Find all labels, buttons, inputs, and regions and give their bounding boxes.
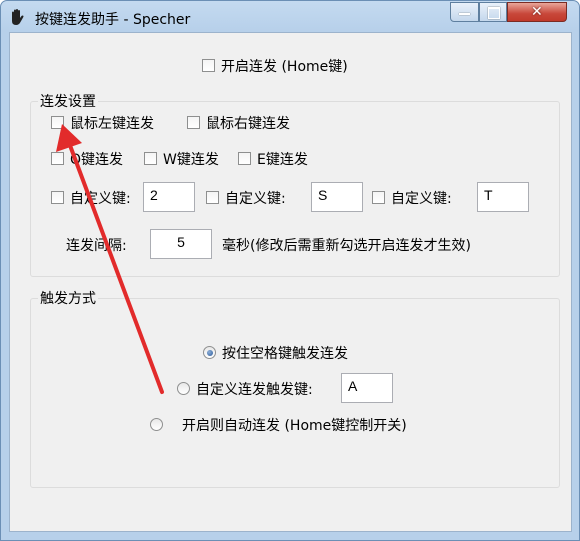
custom-key-1-checkbox[interactable]: [51, 191, 64, 204]
close-button[interactable]: ✕: [507, 2, 567, 22]
custom-key-2-input[interactable]: S: [311, 182, 363, 212]
repeat-settings-title: 连发设置: [38, 91, 98, 111]
trigger-auto-label: 开启则自动连发 (Home键控制开关): [182, 418, 407, 434]
mouse-right-label: 鼠标右键连发: [206, 116, 290, 132]
mouse-left-label: 鼠标左键连发: [70, 116, 154, 132]
close-icon: ✕: [531, 4, 543, 20]
trigger-auto-radio[interactable]: [150, 418, 163, 431]
enable-repeat-checkbox[interactable]: [202, 59, 215, 72]
interval-unit-label: 毫秒(修改后需重新勾选开启连发才生效): [222, 238, 471, 254]
enable-repeat-label: 开启连发 (Home键): [221, 59, 348, 75]
e-key-checkbox[interactable]: [238, 152, 251, 165]
mouse-right-checkbox[interactable]: [187, 116, 200, 129]
trigger-space-label: 按住空格键触发连发: [222, 346, 348, 362]
minimize-icon: [459, 13, 470, 15]
custom-key-2-checkbox[interactable]: [206, 191, 219, 204]
custom-key-1-label: 自定义键:: [70, 191, 131, 207]
interval-input[interactable]: 5: [150, 229, 212, 259]
custom-key-3-input[interactable]: T: [477, 182, 529, 212]
q-key-checkbox[interactable]: [51, 152, 64, 165]
maximize-icon: [488, 7, 500, 19]
trigger-title: 触发方式: [38, 288, 98, 308]
custom-key-2-label: 自定义键:: [225, 191, 286, 207]
q-key-label: Q键连发: [70, 152, 124, 168]
custom-key-3-label: 自定义键:: [391, 191, 452, 207]
client-area: 开启连发 (Home键) 连发设置 鼠标左键连发 鼠标右键连发 Q键连发 W键连…: [9, 32, 572, 532]
e-key-label: E键连发: [257, 152, 308, 168]
w-key-checkbox[interactable]: [144, 152, 157, 165]
title-bar[interactable]: 按键连发助手 - Specher ✕: [1, 1, 579, 33]
trigger-space-radio[interactable]: [203, 346, 216, 359]
app-window: 按键连发助手 - Specher ✕ 开启连发 (Home键) 连发设置 鼠标左…: [0, 0, 580, 541]
custom-key-1-input[interactable]: 2: [143, 182, 195, 212]
mouse-left-checkbox[interactable]: [51, 116, 64, 129]
maximize-button[interactable]: [479, 2, 507, 22]
trigger-custom-input[interactable]: A: [341, 373, 393, 403]
custom-key-3-checkbox[interactable]: [372, 191, 385, 204]
minimize-button[interactable]: [450, 2, 479, 22]
interval-label: 连发间隔:: [66, 238, 127, 254]
window-title: 按键连发助手 - Specher: [35, 12, 191, 28]
hand-icon: [8, 8, 26, 26]
trigger-custom-label: 自定义连发触发键:: [196, 382, 313, 398]
w-key-label: W键连发: [163, 152, 219, 168]
trigger-custom-radio[interactable]: [177, 382, 190, 395]
